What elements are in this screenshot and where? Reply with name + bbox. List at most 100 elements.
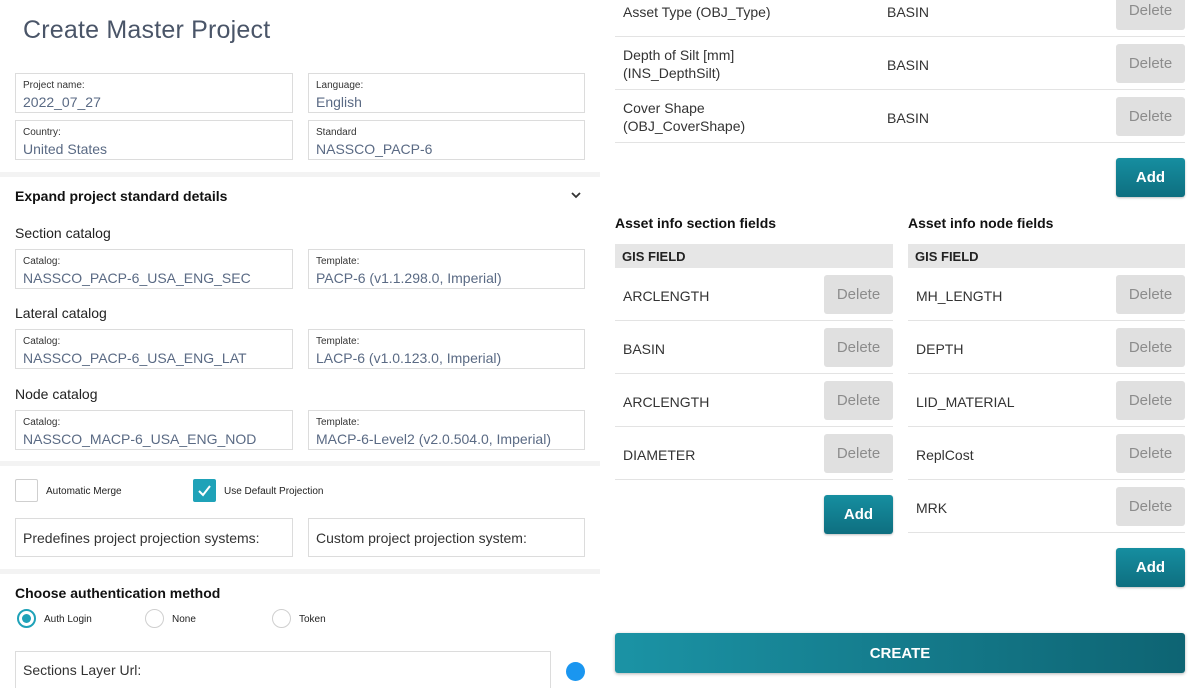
field-value: BASIN	[887, 57, 930, 73]
delete-button[interactable]: Delete	[1116, 381, 1185, 420]
use-default-projection-label: Use Default Projection	[224, 486, 324, 497]
row-divider	[908, 426, 1185, 427]
field-name: Cover Shape (OBJ_CoverShape)	[623, 100, 746, 134]
radio-none-label: None	[172, 614, 196, 625]
add-section-field-button[interactable]: Add	[824, 495, 893, 534]
project-name-field[interactable]: Project name: 2022_07_27	[15, 73, 293, 113]
custom-projection-label: Custom project projection system:	[316, 529, 527, 546]
divider	[0, 569, 600, 574]
section-field-name: DIAMETER	[623, 447, 696, 463]
chevron-down-icon[interactable]	[567, 186, 585, 204]
node-field-name: MH_LENGTH	[916, 288, 1003, 304]
field-value: BASIN	[887, 110, 930, 126]
row-divider	[615, 142, 1185, 143]
field-name: Asset Type (OBJ_Type)	[623, 4, 771, 20]
expand-standard-details[interactable]: Expand project standard details	[15, 188, 227, 204]
delete-button[interactable]: Delete	[1116, 434, 1185, 473]
language-field[interactable]: Language: English	[308, 73, 585, 113]
section-field-name: ARCLENGTH	[623, 288, 710, 304]
radio-none[interactable]	[145, 609, 164, 628]
row-divider	[615, 426, 893, 427]
status-dot[interactable]	[566, 662, 585, 681]
template-value: LACP-6 (v1.0.123.0, Imperial)	[316, 350, 502, 366]
row-divider	[615, 36, 1185, 37]
country-field[interactable]: Country: United States	[15, 120, 293, 160]
delete-button[interactable]: Delete	[1116, 44, 1185, 83]
add-node-field-button[interactable]: Add	[1116, 548, 1185, 587]
node-field-name: DEPTH	[916, 341, 964, 357]
delete-button[interactable]: Delete	[1116, 97, 1185, 136]
delete-button[interactable]: Delete	[824, 434, 893, 473]
create-button[interactable]: CREATE	[615, 633, 1185, 673]
custom-projection-input[interactable]: Custom project projection system:	[308, 518, 585, 557]
section-catalog-field[interactable]: Catalog: NASSCO_PACP-6_USA_ENG_SEC	[15, 249, 293, 289]
radio-auth-login[interactable]	[17, 609, 36, 628]
delete-button[interactable]: Delete	[1116, 275, 1185, 314]
divider	[0, 461, 600, 466]
country-value: United States	[23, 141, 108, 157]
add-field-button[interactable]: Add	[1116, 158, 1185, 197]
section-catalog-title: Section catalog	[15, 225, 111, 241]
delete-button[interactable]: Delete	[824, 381, 893, 420]
field-name: Depth of Silt [mm] (INS_DepthSilt)	[623, 47, 735, 81]
row-divider	[615, 373, 893, 374]
node-field-name: ReplCost	[916, 447, 974, 463]
catalog-label: Catalog:	[23, 256, 61, 267]
field-value: BASIN	[887, 4, 930, 20]
node-field-name: MRK	[916, 500, 948, 516]
check-icon	[198, 485, 211, 497]
row-divider	[615, 320, 893, 321]
delete-button[interactable]: Delete	[1116, 328, 1185, 367]
row-divider	[615, 479, 893, 480]
node-catalog-title: Node catalog	[15, 386, 98, 402]
section-template-field[interactable]: Template: PACP-6 (v1.1.298.0, Imperial)	[308, 249, 585, 289]
row-divider	[908, 320, 1185, 321]
node-template-field[interactable]: Template: MACP-6-Level2 (v2.0.504.0, Imp…	[308, 410, 585, 450]
delete-button[interactable]: Delete	[1116, 0, 1185, 30]
template-value: PACP-6 (v1.1.298.0, Imperial)	[316, 270, 502, 286]
delete-button[interactable]: Delete	[824, 328, 893, 367]
template-value: MACP-6-Level2 (v2.0.504.0, Imperial)	[316, 431, 551, 447]
automatic-merge-label: Automatic Merge	[46, 486, 122, 497]
page-title: Create Master Project	[23, 16, 271, 44]
node-field-name: LID_MATERIAL	[916, 394, 1015, 410]
automatic-merge-checkbox[interactable]	[15, 479, 38, 502]
radio-auth-login-label: Auth Login	[44, 614, 92, 625]
project-name-label: Project name:	[23, 80, 85, 91]
lateral-template-field[interactable]: Template: LACP-6 (v1.0.123.0, Imperial)	[308, 329, 585, 369]
catalog-label: Catalog:	[23, 336, 61, 347]
template-label: Template:	[316, 256, 360, 267]
radio-token[interactable]	[272, 609, 291, 628]
lateral-catalog-title: Lateral catalog	[15, 305, 107, 321]
catalog-label: Catalog:	[23, 417, 61, 428]
use-default-projection-checkbox[interactable]	[193, 479, 216, 502]
delete-button[interactable]: Delete	[1116, 487, 1185, 526]
standard-label: Standard	[316, 127, 357, 138]
section-fields-header: GIS FIELD	[615, 244, 893, 268]
row-divider	[615, 89, 1185, 90]
catalog-value: NASSCO_MACP-6_USA_ENG_NOD	[23, 431, 257, 447]
sections-layer-url-field[interactable]: Sections Layer Url:	[15, 651, 551, 688]
sections-layer-url-label: Sections Layer Url:	[23, 662, 142, 678]
catalog-value: NASSCO_PACP-6_USA_ENG_LAT	[23, 350, 247, 366]
lateral-catalog-field[interactable]: Catalog: NASSCO_PACP-6_USA_ENG_LAT	[15, 329, 293, 369]
template-label: Template:	[316, 336, 360, 347]
language-label: Language:	[316, 80, 364, 91]
node-catalog-field[interactable]: Catalog: NASSCO_MACP-6_USA_ENG_NOD	[15, 410, 293, 450]
standard-value: NASSCO_PACP-6	[316, 141, 433, 157]
language-value: English	[316, 94, 362, 110]
section-field-name: ARCLENGTH	[623, 394, 710, 410]
predefined-projection-label: Predefines project projection systems:	[23, 529, 260, 546]
node-fields-title: Asset info node fields	[908, 215, 1054, 231]
divider	[0, 172, 600, 177]
radio-token-label: Token	[299, 614, 326, 625]
section-field-name: BASIN	[623, 341, 666, 357]
row-divider	[908, 373, 1185, 374]
delete-button[interactable]: Delete	[824, 275, 893, 314]
predefined-projection-select[interactable]: Predefines project projection systems:	[15, 518, 293, 557]
row-divider	[908, 532, 1185, 533]
auth-title: Choose authentication method	[15, 585, 221, 601]
template-label: Template:	[316, 417, 360, 428]
project-name-value: 2022_07_27	[23, 94, 101, 110]
standard-field[interactable]: Standard NASSCO_PACP-6	[308, 120, 585, 160]
